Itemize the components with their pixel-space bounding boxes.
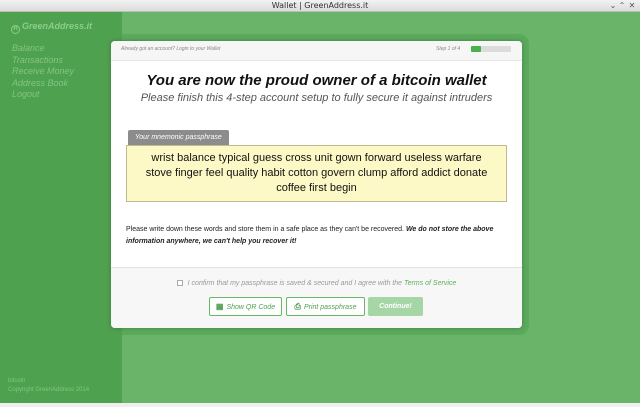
continue-button[interactable]: Continue! <box>368 297 423 316</box>
progress-fill <box>471 46 481 52</box>
mnemonic-passphrase: wrist balance typical guess cross unit g… <box>145 152 488 194</box>
confirm-row: I confirm that my passphrase is saved & … <box>111 280 522 287</box>
setup-modal: Already got an account? Login to your Wa… <box>111 41 522 328</box>
window-title: Wallet | GreenAddress.it <box>271 1 369 10</box>
close-icon[interactable]: ✕ <box>627 1 637 11</box>
show-qr-code-button[interactable]: ▦ Show QR Code <box>209 297 282 316</box>
window-bottom-edge <box>0 403 640 407</box>
sidebar-nav: Balance Transactions Receive Money Addre… <box>12 43 74 101</box>
confirm-checkbox[interactable] <box>176 280 183 286</box>
confirm-label: I confirm that my passphrase is saved & … <box>187 280 403 287</box>
modal-subheadline: Please finish this 4-step account setup … <box>140 92 493 104</box>
app-area: R GreenAddress.it Balance Transactions Re… <box>0 12 640 403</box>
warning-plain: Please write down these words and store … <box>126 226 404 233</box>
mnemonic-tag: Your mnemonic passphrase <box>128 130 229 145</box>
qr-code-icon: ▦ <box>215 302 224 311</box>
sidebar-item-logout[interactable]: Logout <box>12 89 74 101</box>
brand[interactable]: R GreenAddress.it <box>11 21 92 34</box>
sidebar-item-address-book[interactable]: Address Book <box>12 78 74 90</box>
printer-icon: ⎙ <box>294 302 301 311</box>
print-passphrase-button[interactable]: ⎙ Print passphrase <box>286 297 365 316</box>
step-indicator: Step 1 of 4 <box>436 46 461 52</box>
modal-headline: You are now the proud owner of a bitcoin… <box>146 72 487 89</box>
window-titlebar: Wallet | GreenAddress.it ⌄ ⌃ ✕ <box>0 0 640 12</box>
sidebar-item-transactions[interactable]: Transactions <box>12 55 74 67</box>
modal-footer: I confirm that my passphrase is saved & … <box>111 267 522 328</box>
sidebar-item-balance[interactable]: Balance <box>12 43 74 55</box>
modal-header: Already got an account? Login to your Wa… <box>111 41 522 61</box>
mnemonic-passphrase-box: wrist balance typical guess cross unit g… <box>126 145 507 202</box>
maximize-icon[interactable]: ⌃ <box>617 1 627 11</box>
copyright-text: Copyright GreenAddress 2014 <box>8 387 90 393</box>
login-link[interactable]: Already got an account? Login to your Wa… <box>121 46 220 52</box>
brand-name: GreenAddress.it <box>22 21 93 31</box>
terms-of-service-link[interactable]: Terms of Service <box>404 280 456 287</box>
show-qr-code-label: Show QR Code <box>226 304 276 311</box>
setup-progress-bar <box>471 46 511 52</box>
sidebar-item-receive-money[interactable]: Receive Money <box>12 66 74 78</box>
footer-label: bitcoin <box>8 378 26 384</box>
warning-text: Please write down these words and store … <box>126 224 508 248</box>
logo-icon: R <box>11 25 20 34</box>
print-passphrase-label: Print passphrase <box>303 304 357 311</box>
